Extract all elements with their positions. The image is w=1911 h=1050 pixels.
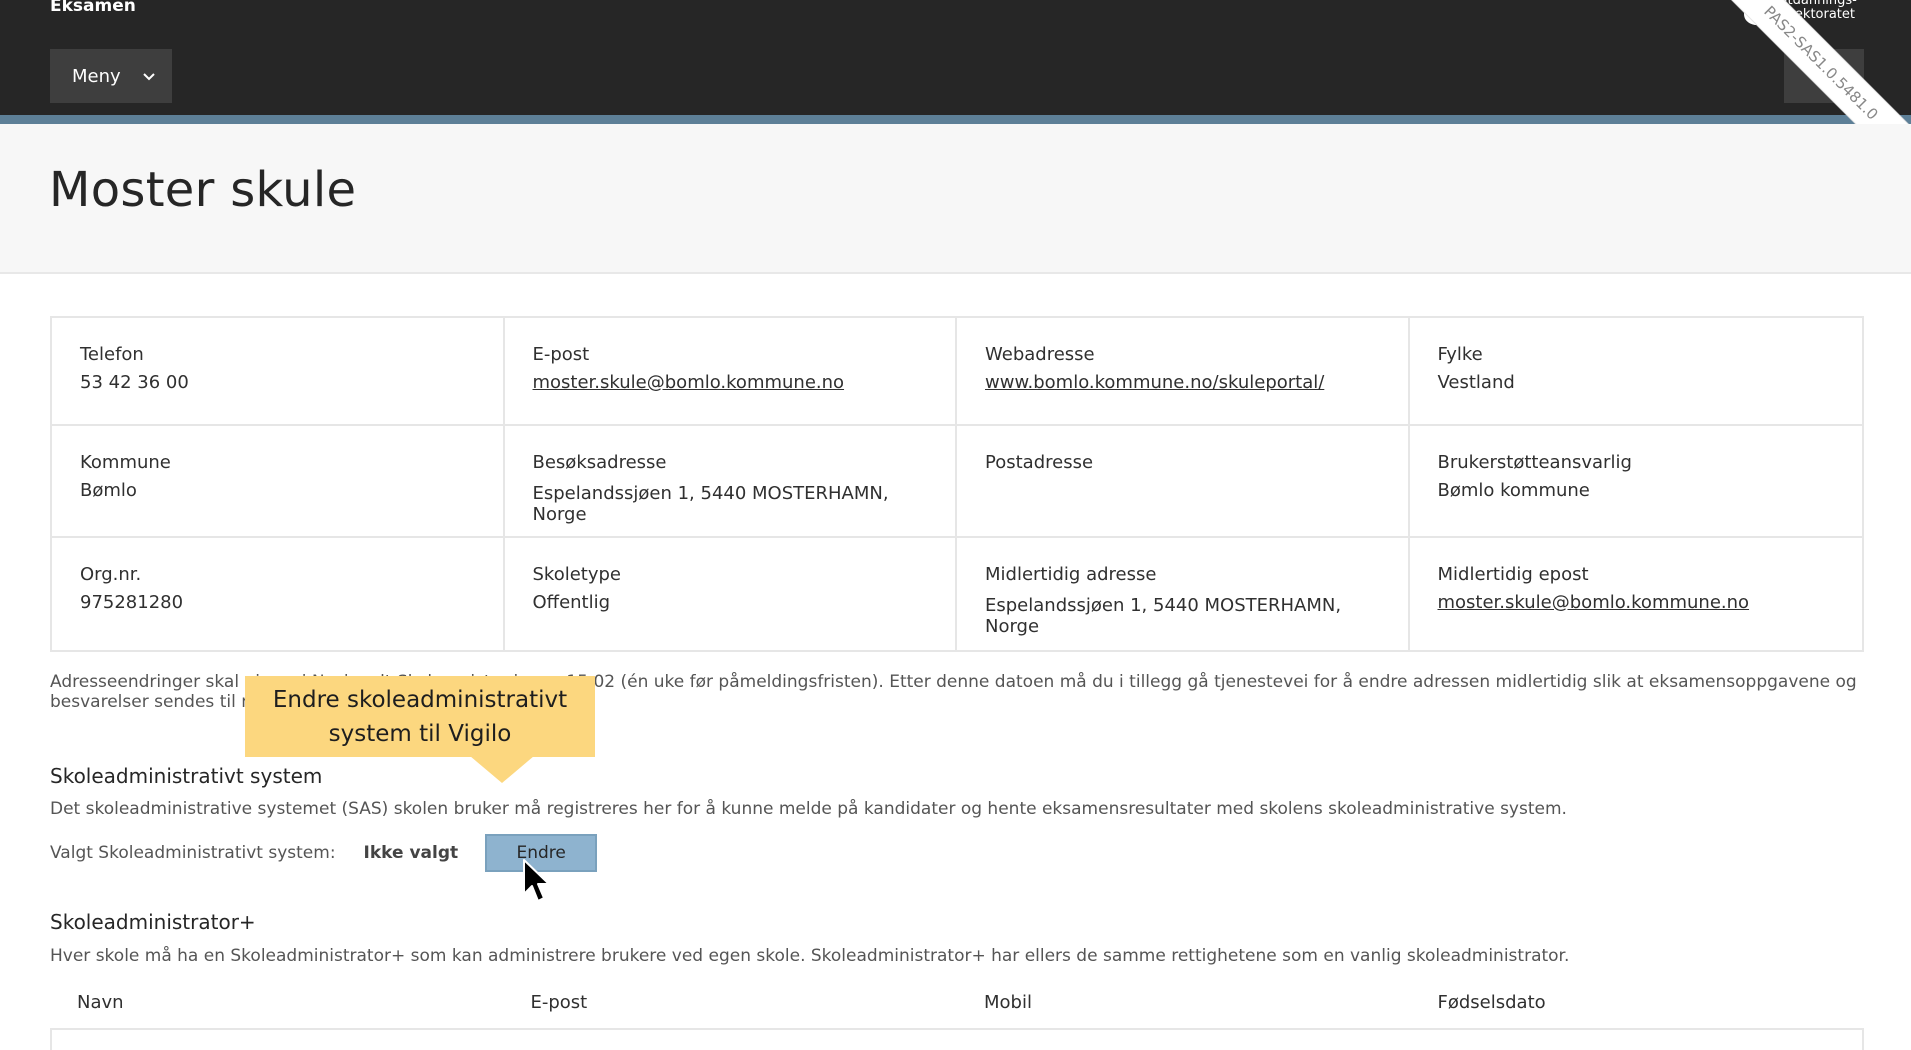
- column-header-navn[interactable]: Navn: [50, 992, 504, 1013]
- header-stripe: [0, 115, 1911, 124]
- email-link[interactable]: moster.skule@bomlo.kommune.no: [533, 372, 928, 393]
- info-value: 53 42 36 00: [80, 372, 189, 393]
- sas-selected-label: Valgt Skoleadministrativt system:: [50, 843, 336, 863]
- info-kommune: Kommune Bømlo: [52, 426, 505, 538]
- info-label: Postadresse: [985, 452, 1094, 473]
- info-label: Midlertidig adresse: [985, 564, 1157, 585]
- menu-button[interactable]: Meny: [50, 49, 172, 103]
- info-value: Offentlig: [532, 592, 611, 613]
- mouse-cursor-icon: [522, 858, 552, 908]
- info-value: 975281280: [80, 592, 184, 613]
- info-fylke: Fylke Vestland: [1409, 318, 1862, 426]
- page-hero: Moster skule: [0, 124, 1911, 274]
- skoleadmin-section-title: Skoleadministrator+: [50, 910, 256, 934]
- sas-section-title: Skoleadministrativt system: [50, 764, 323, 788]
- app-name[interactable]: Eksamen: [50, 0, 136, 16]
- info-value: Bømlo: [80, 480, 137, 501]
- info-label: Midlertidig epost: [1437, 564, 1589, 585]
- info-telefon: Telefon 53 42 36 00: [52, 318, 505, 426]
- callout-arrow: [470, 756, 534, 783]
- temp-email-link[interactable]: moster.skule@bomlo.kommune.no: [1438, 592, 1835, 613]
- info-postadresse: Postadresse: [957, 426, 1410, 538]
- column-header-epost[interactable]: E-post: [504, 992, 958, 1013]
- info-epost: E-post moster.skule@bomlo.kommune.no: [504, 318, 957, 426]
- skoleadmin-section-description: Hver skole må ha en Skoleadministrator+ …: [50, 946, 1570, 966]
- info-midlertidig-adresse: Midlertidig adresse Espelandssjøen 1, 54…: [957, 538, 1410, 650]
- sas-selected-value: Ikke valgt: [363, 843, 459, 863]
- instruction-callout: Endre skoleadministrativt system til Vig…: [245, 676, 595, 757]
- info-webadresse: Webadresse www.bomlo.kommune.no/skulepor…: [957, 318, 1410, 426]
- school-info-grid: Telefon 53 42 36 00 E-post moster.skule@…: [50, 316, 1864, 652]
- info-label: Skoletype: [532, 564, 622, 585]
- info-value: Vestland: [1437, 372, 1515, 393]
- info-value: Bømlo kommune: [1437, 480, 1590, 501]
- info-label: Webadresse: [985, 344, 1095, 365]
- column-header-mobil[interactable]: Mobil: [957, 992, 1411, 1013]
- callout-text: Endre skoleadministrativt system til Vig…: [272, 686, 568, 747]
- sas-selection-row: Valgt Skoleadministrativt system: Ikke v…: [50, 834, 598, 872]
- top-header: Eksamen Meny Utdannings- direktoratet: [0, 0, 1911, 115]
- info-midlertidig-epost: Midlertidig epost moster.skule@bomlo.kom…: [1410, 538, 1863, 650]
- info-brukerstotte: Brukerstøtteansvarlig Bømlo kommune: [1409, 426, 1862, 538]
- skoleadmin-table-header: Navn E-post Mobil Fødselsdato: [50, 992, 1864, 1013]
- menu-button-label: Meny: [72, 65, 121, 87]
- info-label: Brukerstøtteansvarlig: [1437, 452, 1632, 473]
- info-label: Telefon: [80, 344, 144, 365]
- info-skoletype: Skoletype Offentlig: [505, 538, 957, 650]
- page-title: Moster skule: [49, 162, 357, 218]
- sas-section-description: Det skoleadministrative systemet (SAS) s…: [50, 799, 1567, 819]
- info-orgnr: Org.nr. 975281280: [52, 538, 505, 650]
- info-value: Espelandssjøen 1, 5440 MOSTERHAMN, Norge: [532, 483, 889, 525]
- info-label: E-post: [532, 344, 590, 365]
- info-besoksadresse: Besøksadresse Espelandssjøen 1, 5440 MOS…: [504, 426, 957, 538]
- column-header-fodselsdato[interactable]: Fødselsdato: [1411, 992, 1865, 1013]
- website-link[interactable]: www.bomlo.kommune.no/skuleportal/: [985, 372, 1380, 393]
- info-label: Besøksadresse: [532, 452, 667, 473]
- skoleadmin-table-body: [50, 1028, 1864, 1050]
- chevron-down-icon: [142, 66, 156, 91]
- info-label: Kommune: [80, 452, 171, 473]
- info-value: Espelandssjøen 1, 5440 MOSTERHAMN, Norge: [985, 595, 1342, 637]
- info-label: Fylke: [1437, 344, 1483, 365]
- info-label: Org.nr.: [80, 564, 142, 585]
